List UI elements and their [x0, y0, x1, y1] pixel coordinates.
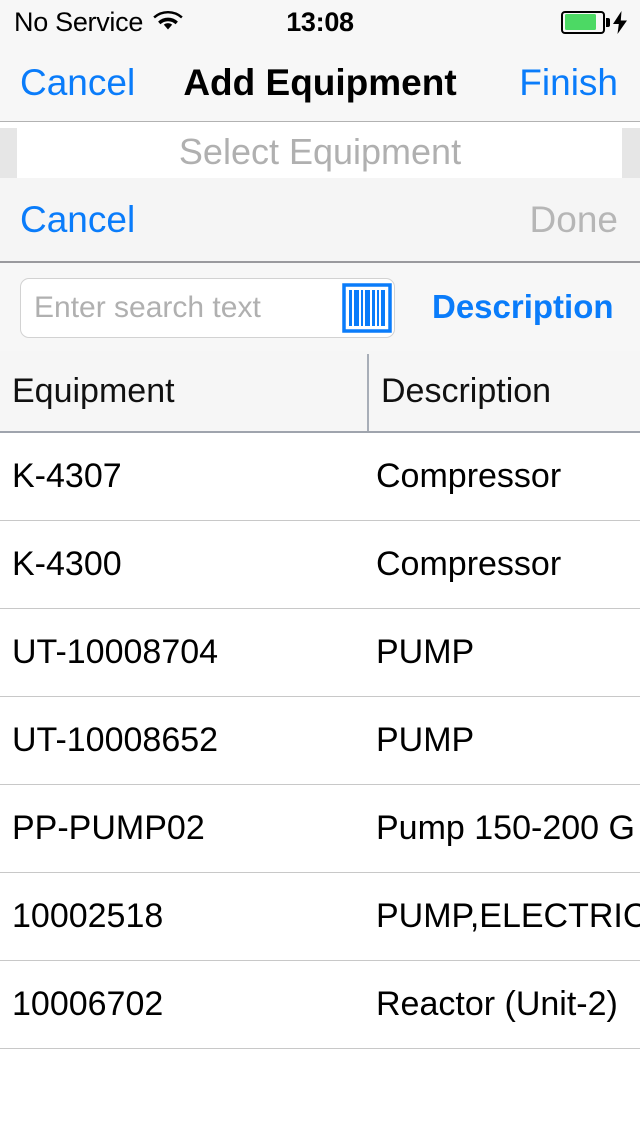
table-row[interactable]: UT-10008652 PUMP — [0, 697, 640, 785]
table-row[interactable]: 10006702 Reactor (Unit-2) — [0, 961, 640, 1049]
table-row[interactable]: 10002518 PUMP,ELECTRIC — [0, 873, 640, 961]
cell-equipment: 10002518 — [12, 897, 164, 935]
cell-equipment: UT-10008704 — [12, 633, 219, 671]
picker-cancel-button[interactable]: Cancel — [20, 178, 135, 261]
table-row[interactable]: K-4300 Compressor — [0, 521, 640, 609]
search-placeholder: Enter search text — [34, 291, 261, 324]
column-header-equipment[interactable]: Equipment — [12, 351, 175, 431]
cell-equipment: K-4307 — [12, 457, 122, 495]
table-header: Equipment Description — [0, 351, 640, 433]
equipment-picker-wheel[interactable]: Select Equipment — [0, 128, 640, 178]
search-bar: Enter search text Description — [0, 263, 640, 351]
cell-equipment: K-4300 — [12, 545, 122, 583]
battery-icon — [561, 10, 610, 34]
cell-description: Compressor — [376, 545, 562, 583]
table-row[interactable]: PP-PUMP02 Pump 150-200 G — [0, 785, 640, 873]
lightning-bolt-icon — [612, 10, 628, 34]
picker-toolbar: Cancel Done — [0, 178, 640, 263]
cell-description: Reactor (Unit-2) — [376, 985, 618, 1023]
clock-label: 13:08 — [286, 7, 354, 37]
cell-equipment: 10006702 — [12, 985, 164, 1023]
table-row[interactable]: K-4307 Compressor — [0, 433, 640, 521]
cell-description: PUMP — [376, 633, 475, 671]
picker-selected-value: Select Equipment — [178, 131, 462, 172]
cell-description: Pump 150-200 G — [376, 809, 635, 847]
column-divider — [367, 354, 369, 431]
table-row[interactable]: UT-10008704 PUMP — [0, 609, 640, 697]
cell-description: Compressor — [376, 457, 562, 495]
cell-equipment: PP-PUMP02 — [12, 809, 205, 847]
cell-description: PUMP,ELECTRIC — [376, 897, 640, 935]
cell-equipment: UT-10008652 — [12, 721, 219, 759]
status-bar: No Service 13:08 — [0, 0, 640, 44]
search-filter-description-link[interactable]: Description — [432, 263, 614, 351]
app-screen: No Service 13:08 Cancel Add Equipment Fi… — [0, 0, 640, 1136]
picker-done-button[interactable]: Done — [530, 178, 618, 261]
search-input[interactable]: Enter search text — [20, 278, 395, 338]
status-bar-right — [561, 0, 628, 44]
equipment-table: K-4307 Compressor K-4300 Compressor UT-1… — [0, 433, 640, 1049]
column-header-description[interactable]: Description — [381, 351, 551, 431]
finish-button[interactable]: Finish — [519, 44, 618, 122]
navigation-bar: Cancel Add Equipment Finish — [0, 44, 640, 122]
cell-description: PUMP — [376, 721, 475, 759]
barcode-scan-icon[interactable] — [342, 283, 392, 333]
